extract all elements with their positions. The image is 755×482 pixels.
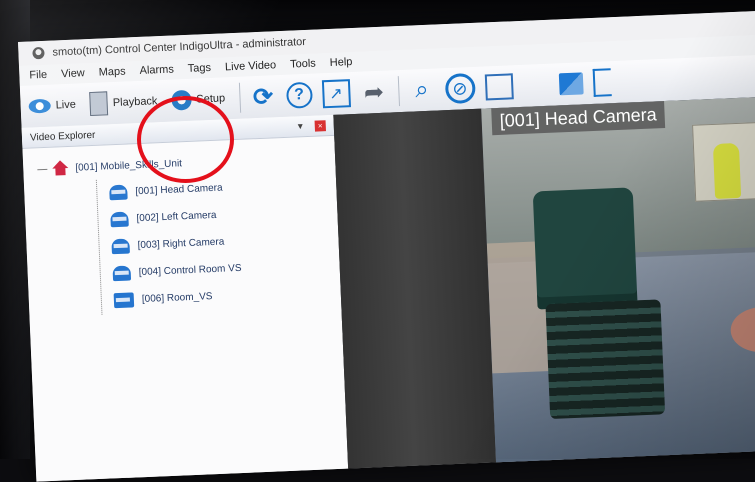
playback-annotation-circle [137, 96, 234, 183]
eye-icon [28, 98, 51, 114]
toolbar-separator [238, 82, 241, 113]
camera-scene-chair-back [532, 187, 638, 310]
menu-tools[interactable]: Tools [290, 58, 316, 71]
camera-scene-chair-stack [545, 299, 666, 420]
camera-label: [006] Room_VS [141, 291, 213, 306]
camera-icon [109, 184, 128, 201]
camera-label: [004] Control Room VS [138, 262, 242, 279]
camera-label: [001] Head Camera [135, 182, 223, 198]
film-icon [89, 91, 109, 117]
export-icon[interactable] [484, 73, 514, 101]
menu-help[interactable]: Help [330, 56, 353, 69]
live-button[interactable]: Live [28, 98, 76, 114]
search-icon[interactable]: ⌕ [408, 76, 435, 104]
app-icon [32, 46, 45, 60]
menu-live-video[interactable]: Live Video [225, 59, 277, 73]
close-icon[interactable]: × [314, 119, 326, 132]
menu-maps[interactable]: Maps [98, 66, 125, 79]
monitor-screen: smoto(tm) Control Center IndigoUltra - a… [18, 10, 755, 482]
live-label: Live [55, 98, 77, 112]
camera-icon [110, 211, 129, 228]
panel-controls: ▾ × [298, 119, 326, 132]
menu-tags[interactable]: Tags [188, 62, 212, 75]
empty-video-tile[interactable] [333, 108, 497, 475]
camera-scene-person [712, 142, 742, 199]
menu-alarms[interactable]: Alarms [139, 64, 174, 77]
video-tile-head-camera[interactable]: [001] Head Camera [481, 96, 755, 469]
video-explorer-title: Video Explorer [29, 129, 96, 144]
share-icon[interactable]: ➦ [359, 78, 388, 106]
menu-file[interactable]: File [29, 69, 47, 82]
grid-icon[interactable] [522, 74, 550, 97]
window-icon[interactable] [558, 72, 584, 96]
ban-icon[interactable]: ⊘ [444, 72, 476, 105]
camera-label: [003] Right Camera [137, 236, 225, 252]
menu-view[interactable]: View [61, 67, 85, 80]
fullscreen-icon[interactable]: ↗ [321, 79, 351, 109]
toolbar-separator [397, 76, 400, 107]
collapse-icon[interactable] [37, 168, 48, 170]
refresh-icon[interactable]: ⟳ [250, 83, 277, 111]
camera-list: [001] Head Camera [002] Left Camera [003… [95, 169, 342, 315]
bracket-icon[interactable] [592, 68, 612, 97]
video-wall-icon [113, 292, 135, 309]
camera-label: [002] Left Camera [136, 209, 217, 225]
playback-label: Playback [112, 95, 158, 110]
home-icon [52, 160, 69, 177]
camera-icon [112, 265, 132, 282]
help-icon[interactable]: ? [285, 81, 313, 109]
camera-icon [111, 238, 130, 255]
pin-icon[interactable]: ▾ [298, 121, 303, 132]
video-content-area: [001] Head Camera [333, 96, 755, 475]
